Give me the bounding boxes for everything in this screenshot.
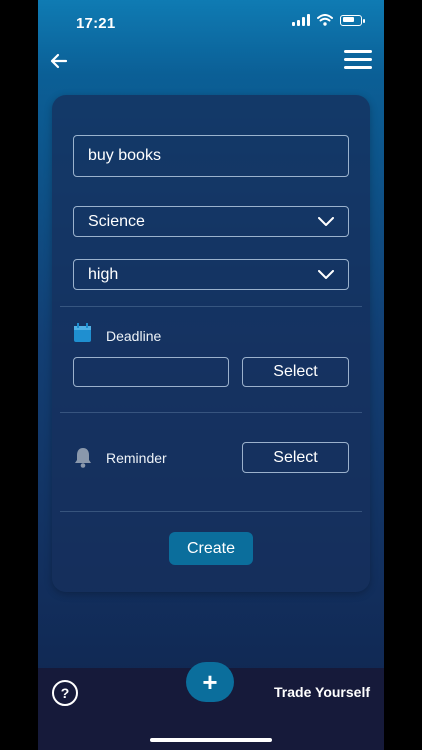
hamburger-menu-icon	[344, 50, 372, 53]
add-button[interactable]: +	[186, 662, 234, 702]
status-icons	[292, 14, 365, 26]
menu-button[interactable]	[344, 50, 372, 70]
battery-icon	[340, 14, 365, 26]
reminder-label: Reminder	[106, 450, 167, 466]
chevron-down-icon	[318, 269, 334, 279]
deadline-select-button[interactable]: Select	[242, 357, 349, 387]
status-bar: 17:21	[38, 0, 384, 42]
category-value: Science	[88, 212, 145, 230]
chevron-down-icon	[318, 216, 334, 226]
task-title-input[interactable]: buy books	[73, 135, 349, 177]
divider	[60, 511, 362, 512]
back-button[interactable]	[48, 50, 72, 72]
bell-icon	[75, 448, 91, 468]
divider	[60, 412, 362, 413]
create-button[interactable]: Create	[169, 532, 253, 565]
cellular-signal-icon	[292, 14, 310, 26]
deadline-input[interactable]	[73, 357, 229, 387]
arrow-left-icon	[50, 53, 68, 69]
brand-name: Trade Yourself	[274, 684, 370, 700]
app-screen: 17:21 buy books Science high Deadline Se…	[38, 0, 384, 750]
home-indicator[interactable]	[150, 738, 272, 742]
calendar-icon	[74, 323, 91, 342]
priority-value: high	[88, 265, 119, 283]
task-title-value: buy books	[88, 147, 161, 164]
deadline-label: Deadline	[106, 328, 162, 344]
wifi-icon	[317, 14, 333, 26]
divider	[60, 306, 362, 307]
status-time: 17:21	[76, 15, 116, 32]
question-circle-icon[interactable]: ?	[52, 680, 78, 706]
priority-select[interactable]: high	[73, 259, 349, 290]
plus-icon: +	[202, 666, 218, 697]
category-select[interactable]: Science	[73, 206, 349, 237]
task-form-card: buy books Science high Deadline Select R…	[52, 95, 370, 592]
reminder-select-button[interactable]: Select	[242, 442, 349, 473]
